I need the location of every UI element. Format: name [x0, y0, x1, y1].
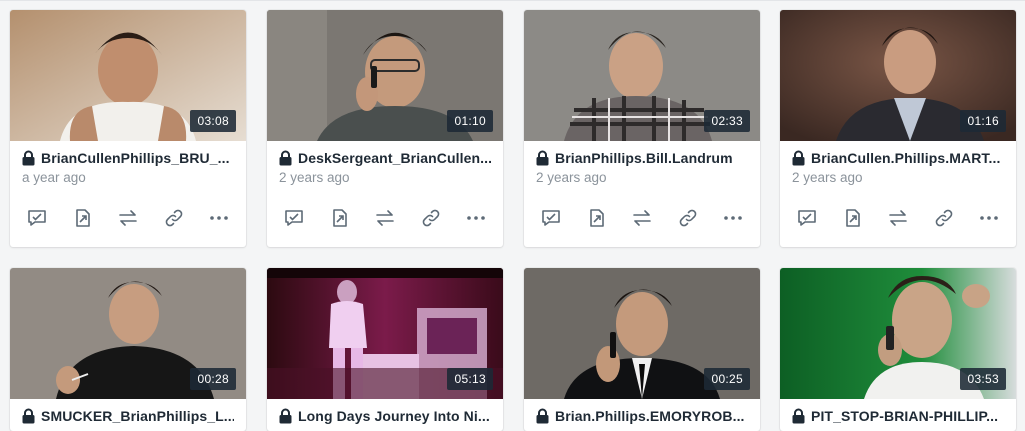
more-icon[interactable] [208, 207, 230, 229]
video-title[interactable]: BrianCullenPhillips_BRU_... [41, 150, 230, 166]
video-thumbnail[interactable]: 00:28 [10, 268, 246, 399]
video-card[interactable]: 03:53 PIT_STOP-BRIAN-PHILLIP... [780, 268, 1016, 431]
review-icon[interactable] [283, 207, 305, 229]
video-title[interactable]: SMUCKER_BrianPhillips_L... [41, 408, 234, 424]
lock-icon [22, 408, 35, 424]
video-title[interactable]: PIT_STOP-BRIAN-PHILLIP... [811, 408, 998, 424]
share-icon[interactable] [586, 207, 608, 229]
link-icon[interactable] [163, 207, 185, 229]
link-icon[interactable] [420, 207, 442, 229]
review-icon[interactable] [26, 207, 48, 229]
lock-icon [279, 408, 292, 424]
video-thumbnail[interactable]: 00:25 [524, 268, 760, 399]
duration-badge: 03:53 [960, 368, 1006, 390]
replace-icon[interactable] [631, 207, 653, 229]
lock-icon [536, 150, 549, 166]
video-card[interactable]: 01:16 BrianCullen.Phillips.MART... 2 yea… [780, 10, 1016, 247]
lock-icon [792, 408, 805, 424]
link-icon[interactable] [677, 207, 699, 229]
share-icon[interactable] [72, 207, 94, 229]
replace-icon[interactable] [117, 207, 139, 229]
video-thumbnail[interactable]: 03:53 [780, 268, 1016, 399]
video-thumbnail[interactable]: 02:33 [524, 10, 760, 141]
card-actions [267, 204, 503, 232]
video-title[interactable]: DeskSergeant_BrianCullen... [298, 150, 491, 166]
duration-badge: 05:13 [447, 368, 493, 390]
video-age: 2 years ago [536, 170, 607, 185]
video-thumbnail[interactable]: 05:13 [267, 268, 503, 399]
video-age: a year ago [22, 170, 86, 185]
card-actions [780, 204, 1016, 232]
duration-badge: 02:33 [704, 110, 750, 132]
more-icon[interactable] [722, 207, 744, 229]
video-card[interactable]: 00:28 SMUCKER_BrianPhillips_L... [10, 268, 246, 431]
link-icon[interactable] [933, 207, 955, 229]
review-icon[interactable] [540, 207, 562, 229]
video-title[interactable]: BrianCullen.Phillips.MART... [811, 150, 1000, 166]
lock-icon [279, 150, 292, 166]
duration-badge: 03:08 [190, 110, 236, 132]
video-card[interactable]: 05:13 Long Days Journey Into Ni... [267, 268, 503, 431]
card-actions [524, 204, 760, 232]
video-card[interactable]: 00:25 Brian.Phillips.EMORYROB... [524, 268, 760, 431]
video-age: 2 years ago [792, 170, 863, 185]
video-thumbnail[interactable]: 01:16 [780, 10, 1016, 141]
video-age: 2 years ago [279, 170, 350, 185]
card-actions [10, 204, 246, 232]
duration-badge: 00:25 [704, 368, 750, 390]
video-title[interactable]: BrianPhillips.Bill.Landrum [555, 150, 733, 166]
duration-badge: 00:28 [190, 368, 236, 390]
replace-icon[interactable] [374, 207, 396, 229]
replace-icon[interactable] [887, 207, 909, 229]
lock-icon [22, 150, 35, 166]
video-grid: 03:08 BrianCullenPhillips_BRU_... a year… [0, 0, 1025, 431]
more-icon[interactable] [465, 207, 487, 229]
video-title[interactable]: Brian.Phillips.EMORYROB... [555, 408, 745, 424]
share-icon[interactable] [842, 207, 864, 229]
lock-icon [536, 408, 549, 424]
lock-icon [792, 150, 805, 166]
video-card[interactable]: 03:08 BrianCullenPhillips_BRU_... a year… [10, 10, 246, 247]
video-card[interactable]: 01:10 DeskSergeant_BrianCullen... 2 year… [267, 10, 503, 247]
review-icon[interactable] [796, 207, 818, 229]
more-icon[interactable] [978, 207, 1000, 229]
video-title[interactable]: Long Days Journey Into Ni... [298, 408, 490, 424]
duration-badge: 01:10 [447, 110, 493, 132]
video-thumbnail[interactable]: 01:10 [267, 10, 503, 141]
video-card[interactable]: 02:33 BrianPhillips.Bill.Landrum 2 years… [524, 10, 760, 247]
share-icon[interactable] [329, 207, 351, 229]
duration-badge: 01:16 [960, 110, 1006, 132]
video-thumbnail[interactable]: 03:08 [10, 10, 246, 141]
